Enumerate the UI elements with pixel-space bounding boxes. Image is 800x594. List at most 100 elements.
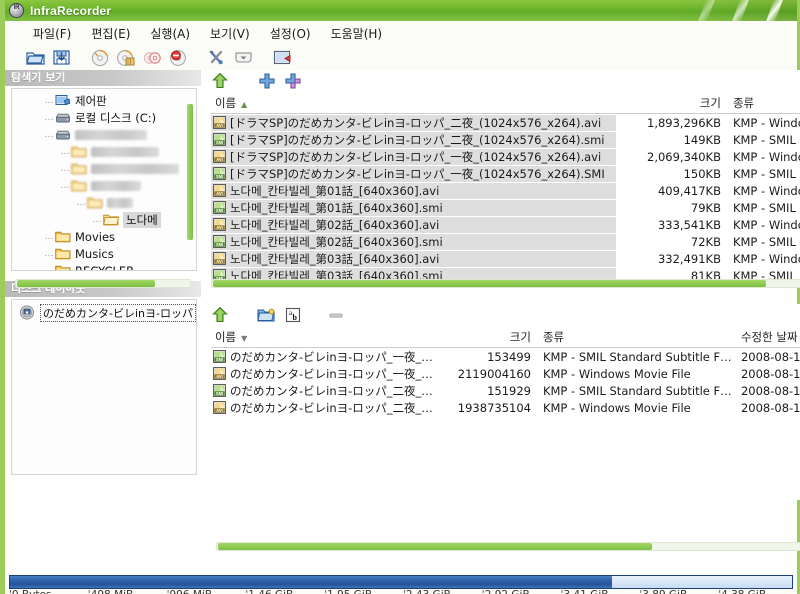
tree-line: … bbox=[44, 112, 55, 123]
tree-item-label-blurred bbox=[91, 180, 141, 191]
table-row[interactable]: AVI のだめカンタ-ビレinヨ-ロッパ_一夜_… 2119004160 KMP - … bbox=[211, 365, 800, 382]
burn-compilation-icon[interactable] bbox=[116, 47, 137, 68]
menu-item-file[interactable]: 파일(F) bbox=[23, 23, 81, 44]
column-header-type[interactable]: 종류 bbox=[531, 329, 741, 347]
capacity-tick: 996 MiB bbox=[167, 589, 212, 594]
table-row[interactable]: AVI 노다메_칸타빌레_第01話_[640x360].avi 409,417KB K… bbox=[210, 182, 800, 199]
svg-text:AVI: AVI bbox=[216, 157, 223, 162]
up-folder-icon[interactable] bbox=[211, 306, 229, 329]
tree-item-label: Movies bbox=[75, 229, 116, 244]
folder-icon bbox=[55, 264, 71, 270]
up-folder-icon[interactable] bbox=[211, 72, 229, 95]
explorer-tree-item[interactable]: … 노다메 bbox=[12, 211, 196, 228]
table-row[interactable]: SMI 노다메_칸타빌레_第01話_[640x360].smi 79KB KMP - … bbox=[210, 199, 800, 216]
explorer-tree-item[interactable]: … bbox=[12, 194, 196, 211]
explorer-tree-item[interactable]: … 로컬 디스크 (C:) bbox=[12, 109, 196, 126]
save-project-icon[interactable] bbox=[51, 47, 72, 68]
copy-disc-icon[interactable] bbox=[142, 47, 163, 68]
capacity-tick: 498 MiB bbox=[88, 589, 134, 594]
project-list-toolbar: a b bbox=[200, 304, 800, 330]
file-type: KMP - Windows bbox=[732, 217, 800, 232]
table-row[interactable]: SMI のだめカンタ-ビレinヨ-ロッパ_一夜_… 153499 KMP - SMIL… bbox=[211, 348, 800, 365]
explorer-tree-item[interactable]: … RECYCLER bbox=[12, 262, 196, 271]
smi-file-icon: SMI bbox=[213, 133, 226, 146]
smi-file-icon: SMI bbox=[213, 201, 226, 214]
file-list-hscroll[interactable] bbox=[210, 279, 800, 288]
menu-item-actions[interactable]: 실행(A) bbox=[140, 23, 200, 44]
file-size: 409,417KB bbox=[657, 183, 721, 198]
table-row[interactable]: AVI [ドラマSP]のだめカンタ-ビレinヨ-ロッパ_一夜_(1024x576_… bbox=[210, 148, 800, 165]
add-files-icon[interactable] bbox=[259, 72, 275, 94]
project-list-hscroll[interactable] bbox=[215, 542, 800, 551]
table-row[interactable]: SMI のだめカンタ-ビレinヨ-ロッパ_二夜_… 151929 KMP - SMIL… bbox=[211, 382, 800, 399]
file-name: のだめカンタ-ビレinヨ-ロッパ_一夜_… bbox=[229, 366, 433, 381]
file-name: [ドラマSP]のだめカンタ-ビレinヨ-ロッパ_二夜_(1024x576_x26… bbox=[229, 132, 605, 147]
tree-item-label-blurred bbox=[91, 163, 179, 174]
explorer-tree-hscroll[interactable] bbox=[15, 279, 191, 288]
menu-item-edit[interactable]: 편집(E) bbox=[81, 23, 140, 44]
file-size: 2,069,340KB bbox=[647, 149, 721, 164]
burn-image-icon[interactable] bbox=[90, 47, 111, 68]
explorer-tree-item[interactable]: … bbox=[12, 177, 196, 194]
svg-text:SMI: SMI bbox=[216, 357, 223, 362]
tree-item-label-blurred bbox=[107, 197, 133, 208]
explorer-tree-scrollbar[interactable] bbox=[185, 103, 194, 241]
explorer-tree[interactable]: … 제어판… 로컬 디스크 (C:)……………… 노다메… Movies… Musics…… bbox=[11, 88, 197, 271]
avi-file-icon: AVI bbox=[213, 367, 226, 380]
table-row[interactable]: AVI 노다메_칸타빌레_第03話_[640x360].avi 332,491KB K… bbox=[210, 250, 800, 267]
svg-text:AVI: AVI bbox=[216, 408, 223, 413]
erase-disc-icon[interactable] bbox=[168, 47, 189, 68]
column-header-type[interactable]: 종류 bbox=[721, 95, 800, 113]
svg-text:AVI: AVI bbox=[216, 259, 223, 264]
svg-text:AVI: AVI bbox=[216, 191, 223, 196]
column-header-modified[interactable]: 수정한 날짜 bbox=[741, 329, 800, 347]
table-row[interactable]: AVI のだめカンタ-ビレinヨ-ロッパ_二夜_… 1938735104 KMP - … bbox=[211, 399, 800, 416]
project-list[interactable]: 이름 ▼ 크기 종류 수정한 날짜 SMI のだめカンタ-ビレinヨ-ロッパ_一夜_… bbox=[210, 329, 800, 500]
table-row[interactable]: SMI [ドラマSP]のだめカンタ-ビレinヨ-ロッパ_二夜_(1024x576_… bbox=[210, 131, 800, 148]
eject-icon[interactable] bbox=[233, 47, 254, 68]
tree-line: … bbox=[44, 129, 55, 140]
file-type: KMP - SMIL Standard Subtitle F… bbox=[542, 383, 732, 398]
menu-item-view[interactable]: 보기(V) bbox=[200, 23, 260, 44]
column-header-size[interactable]: 크기 bbox=[451, 329, 531, 347]
capacity-ticks: 0 Bytes 498 MiB 996 MiB 1,46 GiB 1,95 GiB 2,4… bbox=[5, 589, 797, 594]
file-type: KMP - Windows bbox=[732, 115, 800, 130]
table-row[interactable]: AVI 노다메_칸타빌레_第02話_[640x360].avi 333,541KB K… bbox=[210, 216, 800, 233]
menu-item-options[interactable]: 설정(O) bbox=[260, 23, 321, 44]
file-list-toolbar bbox=[200, 70, 800, 96]
file-type: KMP - SMIL Sta bbox=[732, 200, 800, 215]
explorer-tree-item[interactable]: … 제어판 bbox=[12, 92, 196, 109]
file-list[interactable]: 이름 ▲ 크기 종류 AVI [ドラマSP]のだめカンタ-ビレinヨ-ロッパ_二夜_… bbox=[210, 95, 800, 284]
tree-line: … bbox=[44, 265, 55, 271]
table-row[interactable]: SMI 노다메_칸타빌레_第02話_[640x360].smi 72KB KMP - … bbox=[210, 233, 800, 250]
tree-line: … bbox=[76, 197, 87, 208]
disc-info-icon[interactable] bbox=[272, 47, 293, 68]
smi-file-icon: SMI bbox=[213, 235, 226, 248]
layout-tree-item[interactable]: のだめカンタ-ビレinヨ-ロッパ bbox=[12, 303, 196, 322]
table-row[interactable]: AVI [ドラマSP]のだめカンタ-ビレinヨ-ロッパ_二夜_(1024x576_… bbox=[210, 114, 800, 131]
explorer-tree-item[interactable]: … bbox=[12, 160, 196, 177]
main-body: 탐색기 보기 … 제어판… 로컬 디스크 (C:)……………… 노다메… Movies…… bbox=[5, 70, 800, 575]
column-header-size[interactable]: 크기 bbox=[616, 95, 721, 113]
column-header-name[interactable]: 이름 ▲ bbox=[211, 95, 616, 113]
menu-item-help[interactable]: 도움말(H) bbox=[321, 23, 393, 44]
svg-text:SMI: SMI bbox=[216, 391, 223, 396]
rename-icon[interactable]: a b bbox=[285, 307, 301, 328]
explorer-tree-item[interactable]: … bbox=[12, 126, 196, 143]
new-folder-icon[interactable] bbox=[257, 307, 275, 328]
layout-tree[interactable]: のだめカンタ-ビレinヨ-ロッパ bbox=[11, 299, 197, 475]
open-project-icon[interactable] bbox=[25, 47, 46, 68]
app-window: InfraRecorder 파일(F) 편집(E) 실행(A) 보기(V) 설정… bbox=[0, 0, 800, 594]
explorer-tree-item[interactable]: … Musics bbox=[12, 245, 196, 262]
explorer-tree-item[interactable]: … Movies bbox=[12, 228, 196, 245]
disc-icon bbox=[19, 305, 36, 320]
column-header-name[interactable]: 이름 ▼ bbox=[211, 329, 451, 347]
tree-line: … bbox=[44, 231, 55, 242]
explorer-tree-item[interactable]: … bbox=[12, 143, 196, 160]
add-folder-icon[interactable] bbox=[285, 72, 301, 94]
tools-icon[interactable] bbox=[207, 47, 228, 68]
file-type: KMP - SMIL Sta bbox=[732, 132, 800, 147]
file-modified: 2008-08-16 20:4 bbox=[740, 383, 800, 398]
app-icon bbox=[9, 3, 24, 18]
table-row[interactable]: SMI [ドラマSP]のだめカンタ-ビレinヨ-ロッパ_一夜_(1024x576_… bbox=[210, 165, 800, 182]
